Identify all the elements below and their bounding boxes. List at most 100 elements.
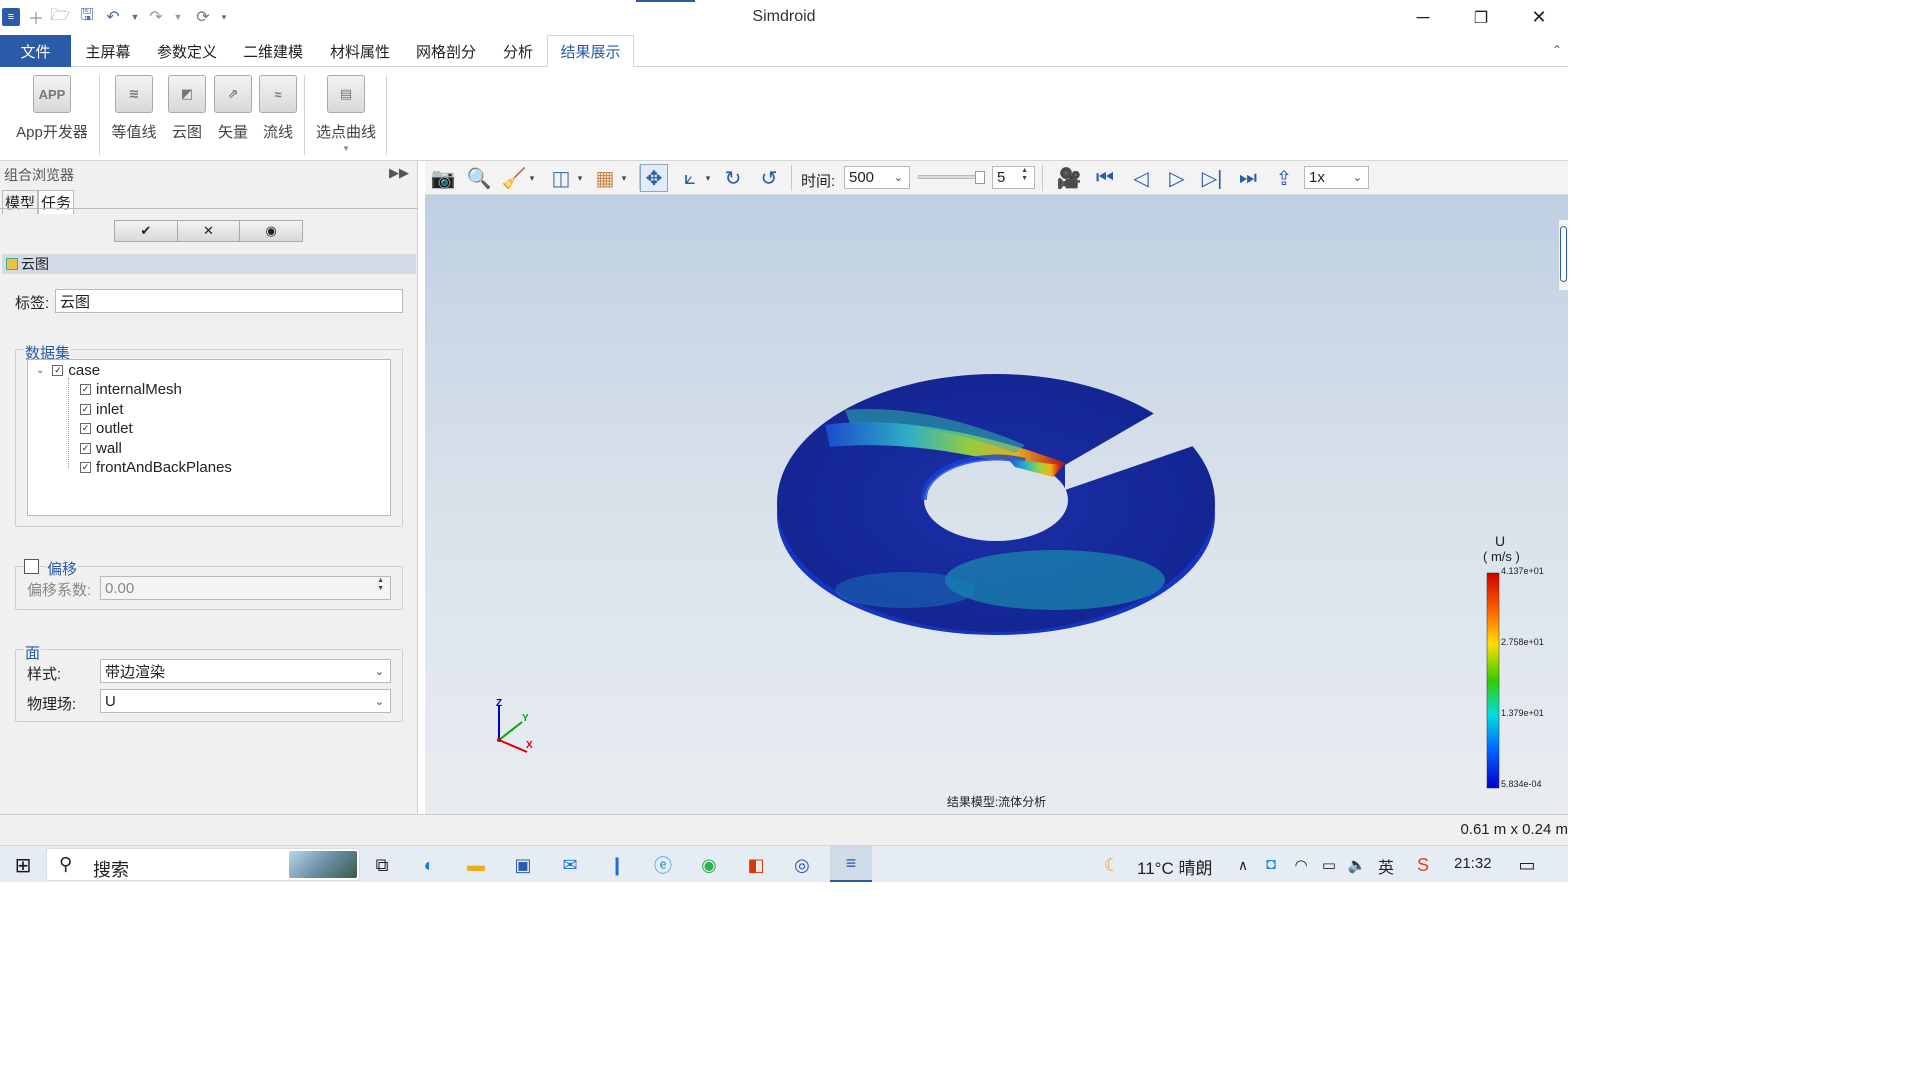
viewport-canvas: [497, 374, 1500, 789]
reset-view-icon[interactable]: ↺: [755, 164, 783, 192]
app-blue-icon[interactable]: ❙: [602, 850, 632, 880]
legend-unit: ( m/s ): [1483, 549, 1520, 564]
windows-start-icon[interactable]: ⊞: [8, 850, 38, 880]
view-cube-icon[interactable]: ◫: [547, 164, 575, 192]
office-icon[interactable]: ◧: [741, 850, 771, 880]
app-swirl-icon[interactable]: ◎: [787, 850, 817, 880]
sogou-ime-icon[interactable]: S: [1408, 850, 1438, 880]
style-select[interactable]: 带边渲染 ⌄: [100, 659, 391, 683]
3d-viewport[interactable]: Z Y X U ( m/s ) 4.137e+01 2.758e+01 1.37…: [425, 195, 1568, 814]
axes-orientation-icon[interactable]: ⟀: [676, 164, 704, 192]
checkbox-checked-icon[interactable]: ✓: [80, 443, 91, 454]
wifi-icon[interactable]: ◠: [1286, 850, 1316, 880]
physics-field-select[interactable]: U ⌄: [100, 689, 391, 713]
task-view-icon[interactable]: ⧉: [367, 850, 397, 880]
zoom-magnifier-icon[interactable]: 🔍: [465, 164, 493, 192]
preview-eye-icon[interactable]: ◉: [240, 221, 303, 241]
wechat-icon[interactable]: ◉: [694, 850, 724, 880]
tab-task[interactable]: 任务: [38, 190, 75, 214]
checkbox-checked-icon[interactable]: ✓: [80, 384, 91, 395]
scrollbar-thumb[interactable]: [1560, 226, 1567, 282]
playback-speed-select[interactable]: 1x ⌄: [1304, 166, 1369, 189]
contour-button[interactable]: ≋ 等值线: [108, 75, 160, 142]
first-frame-icon[interactable]: ⏮: [1091, 164, 1119, 192]
store-icon[interactable]: ▣: [508, 850, 538, 880]
tab-parameters[interactable]: 参数定义: [148, 35, 226, 67]
tab-file[interactable]: 文件: [0, 35, 71, 67]
dropdown-arrow-icon[interactable]: ▾: [617, 164, 631, 192]
collapse-panel-icon[interactable]: ▶▶: [389, 165, 409, 181]
streamline-button[interactable]: ≈ 流线: [255, 75, 301, 142]
simdroid-taskbar-icon[interactable]: ≡: [830, 846, 872, 882]
vector-label: 矢量: [217, 124, 248, 141]
cancel-x-icon[interactable]: ✕: [177, 221, 241, 241]
rotate-icon[interactable]: ↻: [719, 164, 747, 192]
y-axis-label: Y: [522, 713, 529, 724]
taskbar-clock[interactable]: 21:32: [1454, 855, 1492, 872]
previous-frame-icon[interactable]: ◁: [1127, 164, 1155, 192]
play-icon[interactable]: ▷: [1163, 164, 1191, 192]
step-spinbox[interactable]: 5 ▲ ▼: [992, 166, 1035, 189]
checkbox-checked-icon[interactable]: ✓: [52, 365, 64, 376]
vector-button[interactable]: ⇗ 矢量: [210, 75, 256, 142]
record-video-icon[interactable]: 🎥: [1053, 164, 1085, 192]
export-icon[interactable]: ⇪: [1270, 164, 1298, 192]
cloud-map-button[interactable]: ◩ 云图: [164, 75, 210, 142]
time-slider-track[interactable]: [918, 175, 983, 179]
show-hidden-icons-chevron[interactable]: ∧: [1228, 850, 1258, 880]
close-button[interactable]: ✕: [1510, 0, 1568, 35]
collapse-ribbon-icon[interactable]: ⌃: [1552, 43, 1562, 57]
tab-analysis[interactable]: 分析: [494, 35, 542, 67]
dropdown-arrow-icon[interactable]: ▾: [701, 164, 715, 192]
next-frame-icon[interactable]: ▷|: [1198, 164, 1226, 192]
viewport-scrollbar[interactable]: [1558, 220, 1568, 290]
clear-broom-icon[interactable]: 🧹: [500, 164, 528, 192]
expand-chevron-icon[interactable]: ⌄: [36, 365, 44, 376]
tree-item[interactable]: ✓ outlet: [80, 420, 133, 437]
render-mode-cube-icon[interactable]: ▦: [591, 164, 619, 192]
ie-browser-icon[interactable]: ⓔ: [648, 850, 678, 880]
time-slider-handle[interactable]: [975, 171, 985, 184]
tree-root[interactable]: ⌄ ✓ case: [36, 362, 100, 379]
tab-2d-modeling[interactable]: 二维建模: [234, 35, 312, 67]
checkbox-checked-icon[interactable]: ✓: [80, 404, 91, 415]
tab-results[interactable]: 结果展示: [547, 35, 634, 68]
tree-item[interactable]: ✓ frontAndBackPlanes: [80, 459, 232, 476]
edge-browser-icon[interactable]: ◐: [414, 850, 444, 880]
chevron-down-icon: ⌄: [374, 695, 384, 708]
tree-item[interactable]: ✓ internalMesh: [80, 381, 182, 398]
mail-icon[interactable]: ✉: [555, 850, 585, 880]
offset-checkbox[interactable]: [24, 559, 39, 574]
tab-home[interactable]: 主屏幕: [76, 35, 140, 67]
tab-model[interactable]: 模型: [2, 190, 39, 214]
checkbox-checked-icon[interactable]: ✓: [80, 462, 91, 473]
notification-icon[interactable]: ▭: [1512, 850, 1542, 880]
chevron-down-icon: ⌄: [1352, 172, 1362, 184]
checkbox-checked-icon[interactable]: ✓: [80, 423, 91, 434]
app-developer-button[interactable]: APP App开发器: [12, 75, 92, 142]
weather-text[interactable]: 11°C 晴朗: [1137, 854, 1212, 879]
volume-icon[interactable]: 🔈: [1342, 850, 1372, 880]
label-input[interactable]: 云图: [55, 289, 403, 313]
dropdown-arrow-icon[interactable]: ▾: [573, 164, 587, 192]
tree-item[interactable]: ✓ inlet: [80, 401, 124, 418]
confirm-check-icon[interactable]: ✔: [115, 221, 178, 241]
minimize-button[interactable]: ─: [1394, 0, 1452, 35]
tab-materials[interactable]: 材料属性: [321, 35, 399, 67]
tab-meshing[interactable]: 网格剖分: [407, 35, 485, 67]
time-select[interactable]: 500 ⌄: [844, 166, 910, 189]
probe-curve-button[interactable]: ▤ 选点曲线 ▼: [312, 75, 380, 153]
taskbar-search-box[interactable]: ⚲ 搜索: [46, 848, 360, 881]
ime-indicator[interactable]: 英: [1378, 854, 1394, 878]
tree-item[interactable]: ✓ wall: [80, 440, 122, 457]
dropdown-arrow-icon[interactable]: ▾: [525, 164, 539, 192]
file-explorer-icon[interactable]: ▬: [461, 850, 491, 880]
tray-app-icon[interactable]: ◘: [1256, 850, 1286, 880]
toolbar-separator: [791, 165, 792, 191]
weather-moon-icon: ☾: [1103, 854, 1121, 875]
last-frame-icon[interactable]: ⏭: [1234, 164, 1262, 192]
battery-icon[interactable]: ▭: [1314, 850, 1344, 880]
restore-button[interactable]: ❐: [1452, 0, 1510, 35]
screenshot-camera-icon[interactable]: 📷: [429, 164, 457, 192]
pan-move-icon[interactable]: ✥: [640, 164, 668, 192]
